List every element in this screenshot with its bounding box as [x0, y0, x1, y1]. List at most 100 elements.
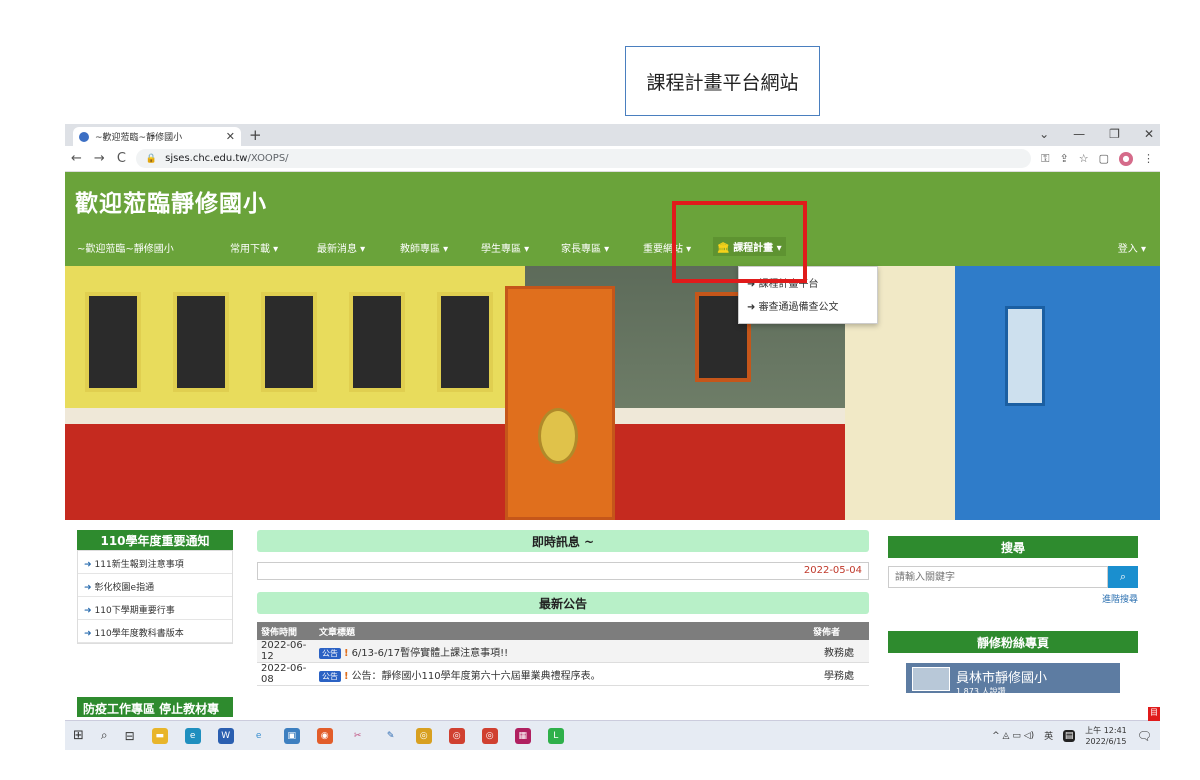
callout-text: 課程計畫平台網站 — [646, 71, 799, 94]
arrow-circle-icon: ➜ — [84, 629, 92, 639]
clock[interactable]: 上午 12:41 2022/6/15 — [1085, 725, 1127, 747]
fan-name: 員林市靜修國小 — [956, 671, 1048, 686]
app-icon[interactable]: ◉ — [316, 727, 333, 744]
highlight-box — [672, 201, 807, 283]
notice-item[interactable]: ➜ 110學年度教科書版本 — [78, 620, 232, 643]
search-input[interactable] — [888, 566, 1108, 588]
browser-tab[interactable]: ~歡迎蒞臨~靜修國小 ✕ — [73, 127, 241, 146]
nav-item-downloads[interactable]: 常用下載 ▾ — [230, 240, 278, 255]
search-title: 搜尋 — [888, 536, 1138, 558]
table-row[interactable]: 2022-06-12 公告! 6/13-6/17暫停實體上課注意事項!! 教務處 — [257, 640, 869, 663]
url-path: /XOOPS/ — [247, 153, 289, 164]
window-controls: ⌄ — ❐ ✕ — [1039, 127, 1154, 141]
fan-likes: 1,873 人說讚 — [956, 687, 1006, 696]
notification-icon[interactable]: 🗨 — [1137, 729, 1152, 743]
tab-bar: ~歡迎蒞臨~靜修國小 ✕ + ⌄ — ❐ ✕ — [65, 124, 1160, 146]
search-icon[interactable]: ⌕ — [101, 728, 108, 743]
taskbar: ⊞ ⌕ ⊟ ▬ e W e ▣ ◉ ✂ ✎ ◎ ◎ ◎ ▦ L ^ ◬ ▭ ◁)… — [65, 707, 1160, 750]
col-date: 發佈時間 — [257, 622, 315, 640]
advanced-search-link[interactable]: 進階搜尋 — [888, 592, 1138, 605]
search-button[interactable]: ⌕ — [1108, 566, 1138, 588]
close-tab-icon[interactable]: ✕ — [226, 130, 235, 143]
app-icon[interactable]: ▣ — [283, 727, 300, 744]
lock-icon: 🔒 — [145, 153, 158, 164]
alert-icon: ! — [344, 670, 349, 682]
new-tab-icon[interactable]: + — [249, 126, 262, 144]
announce-badge: 公告 — [319, 647, 341, 659]
tab-title: ~歡迎蒞臨~靜修國小 — [95, 133, 183, 143]
app-icon[interactable]: ▤ — [1063, 729, 1076, 742]
notice-item[interactable]: ➜ 110下學期重要行事 — [78, 597, 232, 620]
news-link[interactable]: 公告：靜修國小110學年度第六十六屆畢業典禮程序表。 — [352, 671, 601, 682]
browser-window: ~歡迎蒞臨~靜修國小 ✕ + ⌄ — ❐ ✕ ← → C 🔒 sjses.chc… — [65, 124, 1160, 720]
word-icon[interactable]: W — [217, 727, 234, 744]
chrome-icon[interactable]: ◎ — [481, 727, 498, 744]
train-emblem — [538, 408, 578, 464]
notice-title: 110學年度重要通知 — [77, 530, 233, 550]
site-favicon — [79, 131, 89, 142]
start-icon[interactable]: ⊞ — [73, 728, 84, 743]
dropdown-item-documents[interactable]: ➜ 審查通過備查公文 — [747, 298, 877, 313]
notice-item[interactable]: ➜ 彰化校園e指通 — [78, 574, 232, 597]
key-icon[interactable]: ⚿ — [1041, 152, 1049, 166]
news-panel: 即時訊息 ~ 2022-05-04 最新公告 發佈時間 文章標題 發佈者 202… — [257, 530, 869, 686]
main-content: 110學年度重要通知 ➜ 111新生報到注意事項 ➜ 彰化校園e指通 ➜ 110下學期… — [65, 520, 1160, 720]
chrome-icon[interactable]: ◎ — [448, 727, 465, 744]
site-nav: ~歡迎蒞臨~靜修國小 常用下載 ▾ 最新消息 ▾ 教師專區 ▾ 學生專區 ▾ 家… — [65, 228, 1160, 266]
app-icon[interactable]: ▦ — [514, 727, 531, 744]
nav-item-news[interactable]: 最新消息 ▾ — [317, 240, 365, 255]
minimize-icon[interactable]: — — [1073, 127, 1085, 141]
forward-icon[interactable]: → — [94, 151, 105, 166]
app-icon[interactable]: ✎ — [382, 727, 399, 744]
back-icon[interactable]: ← — [71, 151, 82, 166]
fan-thumbnail — [912, 667, 950, 691]
announce-badge: 公告 — [319, 670, 341, 682]
fan-page-card[interactable]: 員林市靜修國小 1,873 人說讚 — [906, 663, 1120, 696]
second-panel-title: 防疫工作專區 停止教材專 — [77, 697, 233, 717]
chrome-icon[interactable]: ◎ — [415, 727, 432, 744]
news-title: 最新公告 — [257, 592, 869, 614]
table-row[interactable]: 2022-06-08 公告! 公告：靜修國小110學年度第六十六屆畢業典禮程序表。… — [257, 662, 869, 686]
line-icon[interactable]: L — [547, 727, 564, 744]
menu-icon[interactable]: ⋮ — [1143, 152, 1154, 165]
task-view-icon[interactable]: ⊟ — [125, 729, 135, 743]
sidepanel-icon[interactable]: ▢ — [1099, 152, 1109, 165]
tray-icons[interactable]: ^ ◬ ▭ ◁) — [992, 731, 1034, 741]
ticker-date: 2022-05-04 — [803, 565, 862, 576]
ticker-box[interactable]: 2022-05-04 — [257, 562, 869, 580]
close-window-icon[interactable]: ✕ — [1144, 127, 1154, 141]
news-link[interactable]: 6/13-6/17暫停實體上課注意事項!! — [352, 648, 509, 659]
notice-panel: 110學年度重要通知 ➜ 111新生報到注意事項 ➜ 彰化校園e指通 ➜ 110下學期… — [77, 530, 233, 644]
address-bar-row: ← → C 🔒 sjses.chc.edu.tw/XOOPS/ ⚿ ⇪ ☆ ▢ … — [65, 146, 1160, 172]
tab-search-icon[interactable]: ⌄ — [1039, 127, 1049, 141]
nav-home[interactable]: ~歡迎蒞臨~靜修國小 — [77, 240, 174, 255]
arrow-circle-icon: ➜ — [84, 560, 92, 570]
site-header: 歡迎蒞臨靜修國小 — [65, 172, 1160, 228]
nav-item-parents[interactable]: 家長專區 ▾ — [561, 240, 609, 255]
edge-icon[interactable]: e — [184, 727, 201, 744]
star-icon[interactable]: ☆ — [1079, 152, 1089, 165]
url-field[interactable]: 🔒 sjses.chc.edu.tw/XOOPS/ — [135, 149, 1032, 168]
ime-icon[interactable]: 英 — [1044, 729, 1053, 742]
news-table: 發佈時間 文章標題 發佈者 2022-06-12 公告! 6/13-6/17暫停實… — [257, 622, 869, 686]
nav-item-teachers[interactable]: 教師專區 ▾ — [400, 240, 448, 255]
file-explorer-icon[interactable]: ▬ — [151, 727, 168, 744]
snip-icon[interactable]: ✂ — [349, 727, 366, 744]
notice-item[interactable]: ➜ 111新生報到注意事項 — [78, 551, 232, 574]
alert-icon: ! — [344, 647, 349, 659]
search-icon: ⌕ — [1119, 570, 1127, 583]
url-domain: sjses.chc.edu.tw — [165, 153, 248, 164]
share-icon[interactable]: ⇪ — [1060, 152, 1069, 165]
annotation-callout: 課程計畫平台網站 — [625, 46, 820, 116]
notification-badge: 目 — [1148, 707, 1160, 721]
reload-icon[interactable]: C — [117, 151, 126, 166]
login-menu[interactable]: 登入 ▾ — [1118, 240, 1146, 255]
arrow-circle-icon: ➜ — [84, 583, 92, 593]
ie-icon[interactable]: e — [250, 727, 267, 744]
nav-item-students[interactable]: 學生專區 ▾ — [481, 240, 529, 255]
profile-avatar[interactable]: ● — [1119, 151, 1133, 166]
site-title: 歡迎蒞臨靜修國小 — [75, 190, 267, 217]
maximize-icon[interactable]: ❐ — [1109, 127, 1120, 141]
fan-title: 靜修粉絲專頁 — [888, 631, 1138, 653]
right-panel: 搜尋 ⌕ 進階搜尋 靜修粉絲專頁 員林市靜修國小 1,873 人說讚 — [888, 536, 1138, 696]
